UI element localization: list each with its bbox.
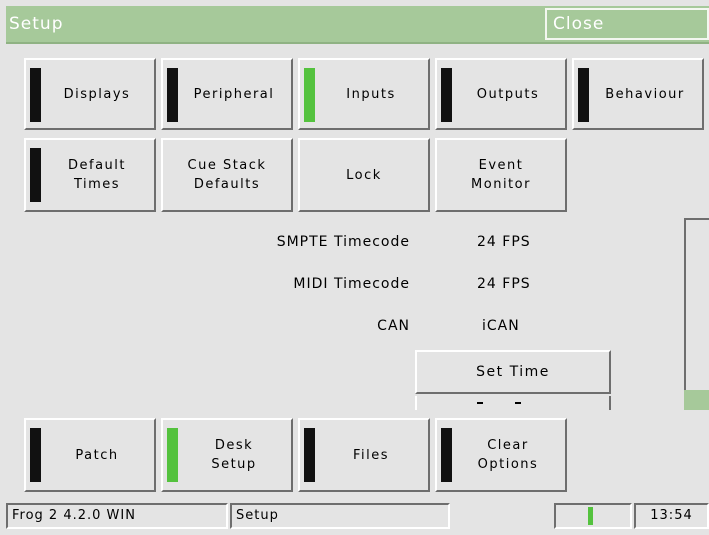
inputs-button[interactable]: Inputs — [298, 58, 430, 130]
clear-options-button-label: Clear Options — [477, 438, 539, 472]
behaviour-button-label: Behaviour — [605, 86, 685, 102]
outputs-button-label: Outputs — [476, 86, 540, 102]
event-monitor-button-label: Event Monitor — [471, 158, 531, 192]
files-button-label: Files — [352, 447, 390, 463]
status-bar: Frog 2 4.2.0 WIN Setup 13:54 — [6, 501, 709, 531]
inputs-button-label: Inputs — [346, 86, 396, 102]
midi-timecode-value: 24 FPS — [477, 276, 531, 292]
files-lamp-indicator — [304, 428, 315, 482]
peripheral-button[interactable]: Peripheral — [161, 58, 293, 130]
close-button[interactable]: Close — [545, 8, 709, 40]
outputs-button[interactable]: Outputs — [435, 58, 567, 130]
hidden-list-item — [415, 396, 611, 410]
behaviour-lamp-indicator — [578, 68, 589, 122]
desk-setup-lamp-indicator — [167, 428, 178, 482]
lock-button[interactable]: Lock — [298, 138, 430, 212]
desk-setup-button[interactable]: Desk Setup — [161, 418, 293, 492]
default-times-lamp-indicator — [30, 148, 41, 202]
patch-button-label: Patch — [75, 447, 119, 463]
cue-stack-defaults-button[interactable]: Cue Stack Defaults — [161, 138, 293, 212]
files-button[interactable]: Files — [298, 418, 430, 492]
displays-button[interactable]: Displays — [24, 58, 156, 130]
smpte-timecode-label: SMPTE Timecode — [276, 234, 410, 250]
behaviour-button[interactable]: Behaviour — [572, 58, 704, 130]
cue-stack-defaults-button-label: Cue Stack Defaults — [187, 158, 267, 192]
can-value: iCAN — [482, 318, 520, 334]
scrollbar-thumb[interactable] — [684, 390, 709, 410]
lock-button-label: Lock — [346, 167, 382, 183]
window-title: Setup — [9, 14, 64, 34]
peripheral-button-label: Peripheral — [193, 86, 275, 102]
activity-indicator — [554, 503, 632, 529]
clock: 13:54 — [634, 503, 709, 529]
setup-screen: Setup Close Displays Peripheral Inputs O… — [0, 0, 709, 535]
title-bar: Setup Close — [6, 6, 709, 44]
patch-lamp-indicator — [30, 428, 41, 482]
version-label: Frog 2 4.2.0 WIN — [6, 503, 228, 529]
can-label: CAN — [377, 318, 410, 334]
displays-button-label: Displays — [63, 86, 131, 102]
displays-lamp-indicator — [30, 68, 41, 122]
peripheral-lamp-indicator — [167, 68, 178, 122]
outputs-lamp-indicator — [441, 68, 452, 122]
event-monitor-button[interactable]: Event Monitor — [435, 138, 567, 212]
scrollbar-track[interactable] — [684, 218, 709, 390]
clear-options-button[interactable]: Clear Options — [435, 418, 567, 492]
clear-options-lamp-indicator — [441, 428, 452, 482]
desk-setup-button-label: Desk Setup — [211, 438, 257, 472]
default-times-button-label: Default Times — [68, 158, 126, 192]
default-times-button[interactable]: Default Times — [24, 138, 156, 212]
set-time-button[interactable]: Set Time — [415, 350, 611, 394]
smpte-timecode-value: 24 FPS — [477, 234, 531, 250]
inputs-lamp-indicator — [304, 68, 315, 122]
current-section-label: Setup — [230, 503, 450, 529]
patch-button[interactable]: Patch — [24, 418, 156, 492]
activity-marker — [588, 507, 593, 525]
midi-timecode-label: MIDI Timecode — [293, 276, 410, 292]
